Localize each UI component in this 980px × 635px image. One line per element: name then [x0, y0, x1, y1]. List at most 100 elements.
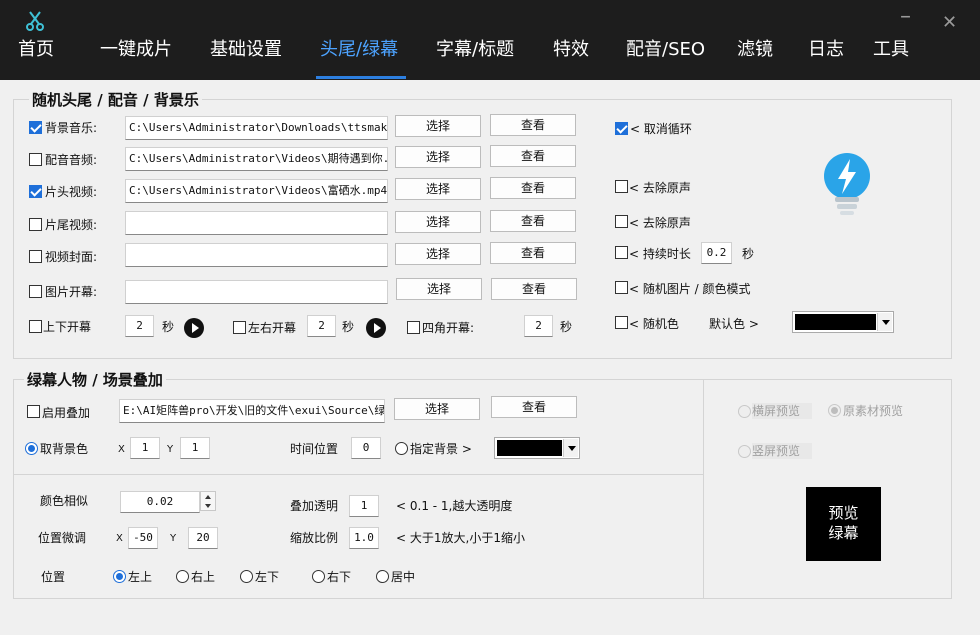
original-preview-label: 原素材预览 — [843, 404, 904, 418]
scale-ratio-input[interactable]: 1.0 — [349, 527, 379, 549]
cover-path-field[interactable] — [125, 243, 388, 267]
corner-open-label: 四角开幕: — [422, 321, 475, 335]
dub-checkbox[interactable] — [29, 153, 42, 166]
outro-path-field[interactable] — [125, 211, 388, 235]
image-open-view-button[interactable]: 查看 — [491, 278, 577, 300]
position-bottom-right-radio[interactable] — [312, 570, 325, 583]
pos-y-label: Y — [170, 533, 177, 544]
lightbulb-lightning-icon — [824, 153, 870, 215]
time-position-input[interactable]: 0 — [351, 437, 381, 459]
leftright-open-checkbox[interactable] — [233, 321, 246, 334]
leftright-play-icon[interactable] — [366, 318, 386, 338]
duration-input[interactable]: 0.2 — [701, 242, 732, 264]
pick-y-input[interactable]: 1 — [180, 437, 210, 459]
dub-view-button[interactable]: 查看 — [490, 145, 576, 167]
random-color-checkbox[interactable] — [615, 316, 628, 329]
preview-greenscreen-button[interactable]: 预览 绿幕 — [806, 487, 881, 561]
section1-legend: 随机头尾 / 配音 / 背景乐 — [29, 89, 202, 110]
original-preview-radio[interactable] — [828, 404, 841, 417]
enable-overlay-checkbox[interactable] — [27, 405, 40, 418]
pick-bg-color-radio[interactable] — [25, 442, 38, 455]
dub-path-field[interactable]: C:\Users\Administrator\Videos\期待遇到你.MP3 — [125, 147, 388, 171]
tab-one-click[interactable]: 一键成片 — [100, 36, 172, 76]
intro-path-field[interactable]: C:\Users\Administrator\Videos\富硒水.mp4 — [125, 179, 388, 203]
intro-select-button[interactable]: 选择 — [395, 178, 481, 200]
overlay-view-button[interactable]: 查看 — [491, 396, 577, 418]
dub-label: 配音音频: — [45, 153, 98, 167]
overlay-select-button[interactable]: 选择 — [394, 398, 480, 420]
overlay-path-field[interactable]: E:\AI矩阵兽pro\开发\旧的文件\exui\Source\绿幕 — [119, 399, 385, 423]
leftright-seconds-input[interactable]: 2 — [307, 315, 336, 337]
tab-subtitles[interactable]: 字幕/标题 — [436, 36, 514, 76]
tab-tools[interactable]: 工具 — [873, 36, 909, 76]
position-bottom-left-radio[interactable] — [240, 570, 253, 583]
position-top-left-radio[interactable] — [113, 570, 126, 583]
landscape-preview-radio[interactable] — [738, 405, 751, 418]
default-color-label: 默认色 > — [709, 317, 759, 331]
dub-select-button[interactable]: 选择 — [395, 146, 481, 168]
tab-dubbing-seo[interactable]: 配音/SEO — [626, 36, 705, 76]
duration-label: < 持续时长 — [629, 247, 691, 261]
bgm-path-field[interactable]: C:\Users\Administrator\Downloads\ttsmake… — [125, 116, 388, 140]
landscape-preview-label: 横屏预览 — [752, 403, 813, 419]
random-color-label: < 随机色 — [629, 317, 679, 331]
close-button[interactable]: ✕ — [942, 12, 957, 34]
pick-x-input[interactable]: 1 — [130, 437, 160, 459]
pos-x-input[interactable]: -50 — [128, 527, 158, 549]
remove-sound-2-label: < 去除原声 — [629, 216, 691, 230]
pick-y-label: Y — [167, 444, 174, 455]
outro-checkbox[interactable] — [29, 218, 42, 231]
cover-select-button[interactable]: 选择 — [395, 243, 481, 265]
pos-y-input[interactable]: 20 — [188, 527, 218, 549]
position-bottom-left-label: 左下 — [255, 570, 280, 584]
intro-checkbox[interactable] — [29, 185, 42, 198]
image-open-select-button[interactable]: 选择 — [396, 278, 482, 300]
scale-hint: < 大于1放大,小于1缩小 — [396, 531, 525, 545]
remove-sound-2-checkbox[interactable] — [615, 215, 628, 228]
cancel-loop-checkbox[interactable] — [615, 122, 628, 135]
similarity-spinner[interactable] — [200, 491, 216, 511]
bgm-checkbox[interactable] — [29, 121, 42, 134]
default-color-dropdown[interactable] — [792, 311, 894, 333]
tab-home[interactable]: 首页 — [18, 36, 54, 76]
cover-label: 视频封面: — [45, 250, 98, 264]
leftright-sec-unit: 秒 — [342, 320, 355, 334]
color-similarity-input[interactable]: 0.02 — [120, 491, 200, 513]
random-image-checkbox[interactable] — [615, 281, 628, 294]
remove-sound-1-checkbox[interactable] — [615, 180, 628, 193]
corner-seconds-input[interactable]: 2 — [524, 315, 553, 337]
bgm-view-button[interactable]: 查看 — [490, 114, 576, 136]
position-top-right-radio[interactable] — [176, 570, 189, 583]
outro-view-button[interactable]: 查看 — [490, 210, 576, 232]
tab-filters[interactable]: 滤镜 — [737, 36, 773, 76]
cover-view-button[interactable]: 查看 — [490, 242, 576, 264]
overlay-opacity-input[interactable]: 1 — [349, 495, 379, 517]
portrait-preview-radio[interactable] — [738, 445, 751, 458]
outro-select-button[interactable]: 选择 — [395, 211, 481, 233]
updown-play-icon[interactable] — [184, 318, 204, 338]
intro-view-button[interactable]: 查看 — [490, 177, 576, 199]
bgm-label: 背景音乐: — [45, 121, 98, 135]
image-open-path-field[interactable] — [125, 280, 388, 304]
position-center-radio[interactable] — [376, 570, 389, 583]
tab-basic-settings[interactable]: 基础设置 — [210, 36, 282, 76]
enable-overlay-label: 启用叠加 — [42, 406, 91, 420]
cover-checkbox[interactable] — [29, 250, 42, 263]
updown-seconds-input[interactable]: 2 — [125, 315, 154, 337]
duration-checkbox[interactable] — [615, 246, 628, 259]
image-open-checkbox[interactable] — [29, 285, 42, 298]
tab-head-tail-greenscreen[interactable]: 头尾/绿幕 — [320, 36, 398, 76]
minimize-button[interactable]: – — [900, 6, 911, 28]
tab-effects[interactable]: 特效 — [553, 36, 589, 76]
tab-log[interactable]: 日志 — [808, 36, 844, 76]
group-divider-h — [14, 474, 704, 475]
time-position-label: 时间位置 — [290, 442, 339, 456]
specify-bg-radio[interactable] — [395, 442, 408, 455]
corner-open-checkbox[interactable] — [407, 321, 420, 334]
bg-color-dropdown[interactable] — [494, 437, 580, 459]
bgm-select-button[interactable]: 选择 — [395, 115, 481, 137]
updown-open-checkbox[interactable] — [29, 320, 42, 333]
section2-legend: 绿幕人物 / 场景叠加 — [24, 369, 166, 390]
portrait-preview-label: 竖屏预览 — [752, 443, 813, 459]
group-divider-v — [703, 380, 704, 598]
